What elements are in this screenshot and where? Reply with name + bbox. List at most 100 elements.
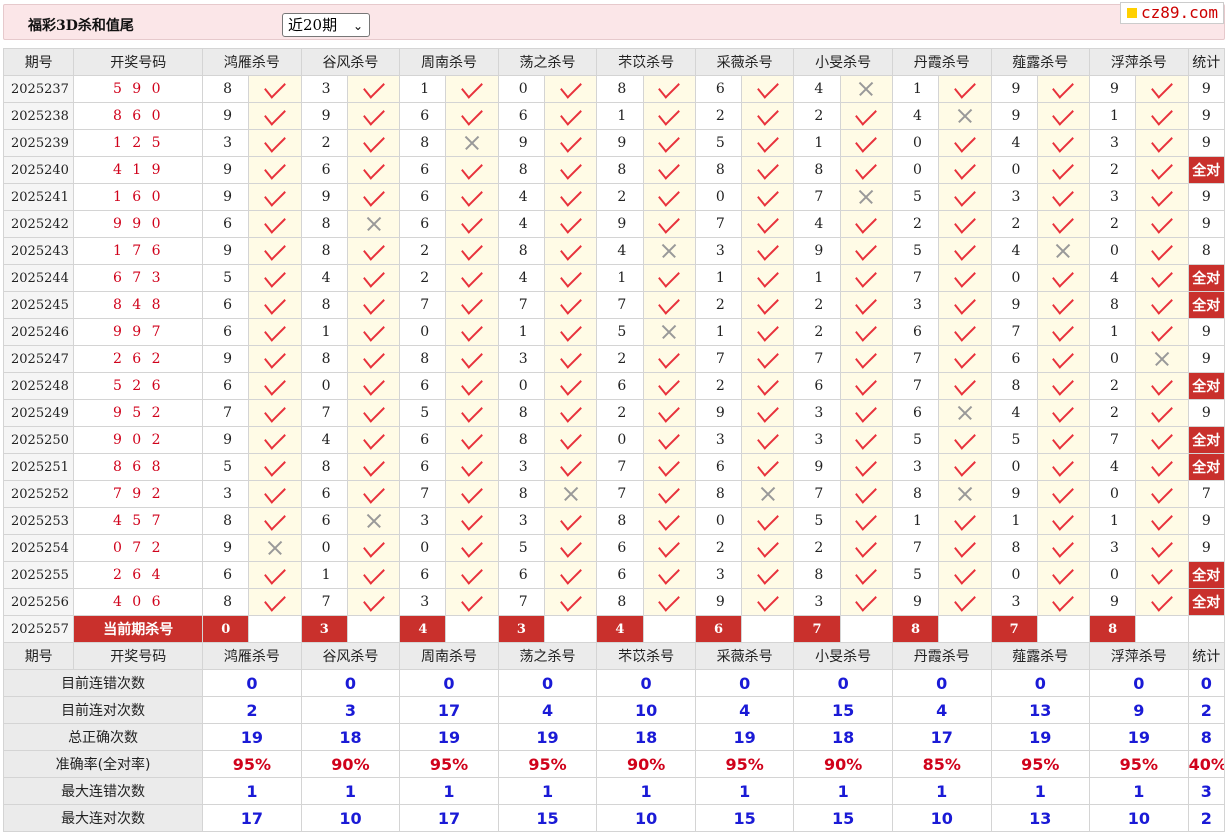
check-icon bbox=[855, 373, 878, 396]
result-mark-cell bbox=[1135, 561, 1189, 589]
check-icon bbox=[1151, 265, 1173, 288]
check-icon bbox=[264, 562, 286, 585]
all-correct-badge: 全对 bbox=[1187, 426, 1226, 454]
result-mark-cell bbox=[839, 507, 893, 535]
stats-label: 最大连错次数 bbox=[2, 777, 204, 805]
kill-number-cell: 8 bbox=[497, 480, 546, 508]
check-icon bbox=[658, 292, 681, 315]
stat-cell: 9 bbox=[1187, 399, 1226, 427]
check-icon bbox=[461, 454, 483, 477]
result-mark-cell bbox=[445, 156, 499, 184]
result-mark-cell bbox=[346, 345, 401, 373]
check-icon bbox=[461, 562, 483, 585]
result-mark-cell bbox=[1135, 210, 1189, 238]
stats-value: 0 bbox=[497, 669, 598, 697]
result-mark-cell bbox=[741, 75, 795, 103]
check-icon bbox=[658, 130, 681, 153]
period-cell: 2025248 bbox=[2, 372, 75, 400]
kill-number-cell: 3 bbox=[202, 129, 250, 157]
result-mark-cell bbox=[1036, 507, 1091, 535]
stats-value: 1 bbox=[300, 777, 401, 805]
check-icon bbox=[264, 481, 286, 504]
check-icon bbox=[559, 319, 582, 342]
draw-number-cell: 6 7 3 bbox=[73, 264, 204, 292]
kill-number-cell: 8 bbox=[694, 480, 743, 508]
check-icon bbox=[1052, 103, 1075, 126]
result-mark-cell bbox=[445, 588, 499, 616]
check-icon bbox=[756, 346, 779, 369]
stats-label: 准确率(全对率) bbox=[2, 750, 204, 778]
check-icon bbox=[362, 319, 385, 342]
period-range-select[interactable]: 近20期 ⌄ bbox=[282, 13, 370, 37]
col-header-expert: 薤露杀号 bbox=[990, 48, 1091, 76]
result-mark-cell bbox=[1036, 399, 1091, 427]
check-icon bbox=[855, 346, 878, 369]
result-mark-cell bbox=[248, 345, 302, 373]
check-icon bbox=[461, 184, 483, 207]
check-icon bbox=[1151, 400, 1173, 423]
result-mark-cell bbox=[544, 129, 598, 157]
stat-cell: 9 bbox=[1187, 210, 1226, 238]
result-mark-cell bbox=[445, 426, 499, 454]
stats-value: 18 bbox=[596, 723, 696, 751]
check-icon bbox=[1052, 454, 1075, 477]
kill-number-cell: 2 bbox=[596, 345, 644, 373]
col-header-expert: 周南杀号 bbox=[399, 48, 499, 76]
result-mark-cell bbox=[1135, 480, 1189, 508]
table-row: 2025253 4 5 786338051119 bbox=[2, 507, 1226, 535]
kill-number-cell: 0 bbox=[694, 183, 743, 211]
stats-value: 1 bbox=[497, 777, 598, 805]
kill-number-cell: 8 bbox=[202, 507, 250, 535]
kill-number-cell: 2 bbox=[793, 291, 841, 319]
kill-number-cell: 9 bbox=[202, 534, 250, 562]
stats-row: 目前连错次数 0 0 0 0 0 0 0 0 0 0 0 bbox=[2, 669, 1226, 697]
col-header-expert: 荡之杀号 bbox=[497, 642, 598, 670]
col-header-expert: 周南杀号 bbox=[399, 642, 499, 670]
result-mark-cell bbox=[248, 291, 302, 319]
current-kill-blank bbox=[346, 615, 401, 643]
stat-cell: 9 bbox=[1187, 534, 1226, 562]
kill-number-cell: 3 bbox=[399, 507, 447, 535]
check-icon bbox=[264, 454, 286, 477]
check-icon bbox=[658, 535, 681, 558]
kill-number-cell: 3 bbox=[694, 561, 743, 589]
kill-number-cell: 9 bbox=[990, 291, 1038, 319]
kill-number-cell: 1 bbox=[793, 264, 841, 292]
result-mark-cell bbox=[1135, 507, 1189, 535]
result-mark-cell bbox=[445, 507, 499, 535]
check-icon bbox=[559, 238, 582, 261]
period-cell: 2025253 bbox=[2, 507, 75, 535]
current-kill-label: 当前期杀号 bbox=[73, 615, 204, 643]
site-logo[interactable]: cz89.com bbox=[1120, 2, 1224, 24]
result-mark-cell bbox=[544, 237, 598, 265]
cross-icon bbox=[661, 243, 677, 259]
result-mark-cell bbox=[445, 291, 499, 319]
draw-number-cell: 5 2 6 bbox=[73, 372, 204, 400]
stats-value: 10 bbox=[891, 804, 992, 832]
period-cell: 2025247 bbox=[2, 345, 75, 373]
check-icon bbox=[953, 562, 976, 585]
col-header-expert: 丹霞杀号 bbox=[891, 48, 992, 76]
check-icon bbox=[264, 76, 286, 99]
check-icon bbox=[461, 265, 483, 288]
draw-number-cell: 4 1 9 bbox=[73, 156, 204, 184]
col-header-draw: 开奖号码 bbox=[73, 48, 204, 76]
check-icon bbox=[953, 508, 976, 531]
check-icon bbox=[362, 157, 385, 180]
draw-number-cell: 9 0 2 bbox=[73, 426, 204, 454]
check-icon bbox=[362, 400, 385, 423]
check-icon bbox=[559, 454, 582, 477]
kill-number-cell: 6 bbox=[300, 156, 348, 184]
result-mark-cell bbox=[741, 534, 795, 562]
check-icon bbox=[953, 319, 976, 342]
result-mark-cell bbox=[445, 318, 499, 346]
result-mark-cell bbox=[741, 453, 795, 481]
check-icon bbox=[559, 562, 582, 585]
cross-icon bbox=[464, 135, 480, 151]
col-header-expert: 芣苡杀号 bbox=[596, 48, 696, 76]
check-icon bbox=[756, 238, 779, 261]
kill-number-cell: 2 bbox=[1089, 210, 1137, 238]
kill-number-cell: 9 bbox=[990, 75, 1038, 103]
result-mark-cell bbox=[544, 561, 598, 589]
all-correct-badge: 全对 bbox=[1187, 453, 1226, 481]
